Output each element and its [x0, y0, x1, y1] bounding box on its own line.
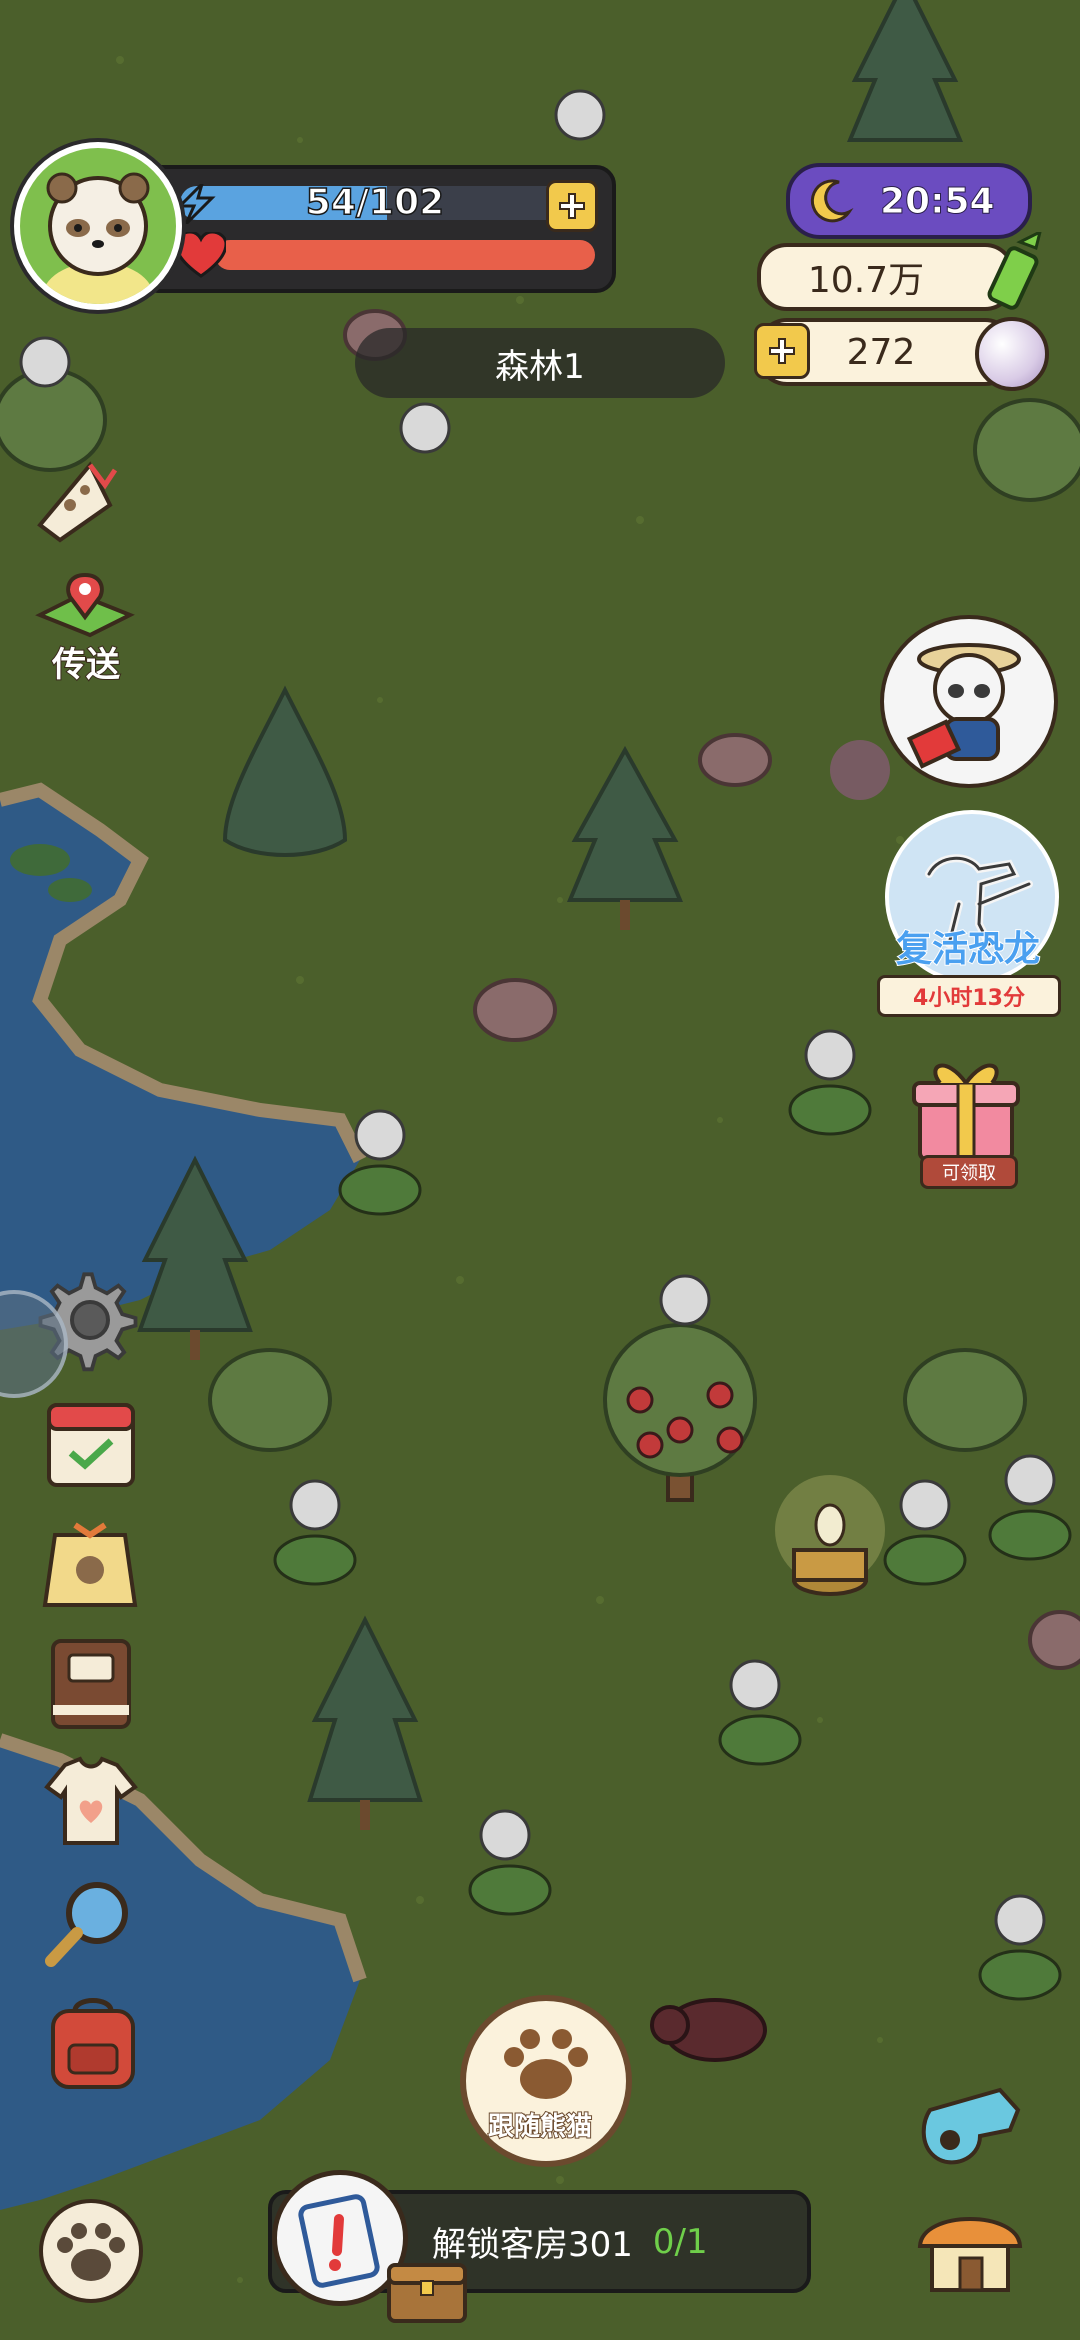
quest-progress: 0/1 — [652, 2221, 708, 2262]
plus-icon — [769, 338, 795, 364]
bamboo-counter: 10.7万 — [757, 243, 1015, 311]
gift-box-icon — [912, 1063, 1020, 1161]
calendar-icon — [47, 1403, 135, 1487]
location-banner: 森林1 — [355, 328, 725, 398]
revive-dinosaur-label: 复活恐龙 — [895, 928, 1041, 971]
paw-icon — [39, 2199, 143, 2303]
heart-icon — [174, 230, 228, 278]
tshirt-icon — [44, 1756, 138, 1845]
revive-dinosaur-timer: 4小时13分 — [877, 975, 1061, 1017]
treasure-chest-icon[interactable] — [385, 2255, 470, 2325]
recipe-book-button[interactable] — [35, 1625, 147, 1737]
house-icon — [917, 2217, 1023, 2292]
teleport-label: 传送 — [51, 644, 121, 686]
game-world: 54/102 20:54 10.7万 272 森林1 传送 复活恐龙 4小时13… — [0, 0, 1080, 2340]
whistle-button[interactable] — [910, 2070, 1030, 2180]
moon-icon — [800, 171, 860, 231]
add-pearls-button[interactable] — [754, 323, 810, 379]
pets-button[interactable] — [35, 2195, 147, 2307]
follow-panda-button[interactable]: 跟随熊猫 — [460, 1995, 632, 2167]
teleport-button[interactable]: 传送 — [30, 565, 142, 686]
gift-button[interactable]: 可领取 — [906, 1055, 1026, 1189]
bamboo-icon — [980, 229, 1050, 312]
map-pin-icon — [35, 572, 135, 638]
backpack-button[interactable] — [35, 1985, 147, 2097]
health-bar-fill — [215, 240, 595, 270]
bamboo-amount: 10.7万 — [807, 260, 925, 301]
pearl-amount: 272 — [846, 331, 916, 373]
paw-icon — [504, 2029, 588, 2099]
health-bar — [215, 240, 595, 270]
home-button[interactable] — [912, 2192, 1028, 2302]
panda-avatar-icon — [42, 172, 154, 304]
bag-button[interactable] — [35, 1505, 147, 1617]
follow-panda-label: 跟随熊猫 — [487, 2111, 593, 2143]
kite-icon — [37, 461, 118, 543]
backpack-icon — [51, 1998, 135, 2089]
book-icon — [51, 1639, 131, 1729]
daily-checkin-button[interactable] — [35, 1385, 147, 1497]
clock-time: 20:54 — [880, 180, 996, 222]
whistle-icon — [921, 2087, 1021, 2165]
pearl-icon — [975, 317, 1049, 391]
magnifier-icon — [45, 1882, 128, 1967]
plus-icon — [559, 193, 585, 219]
add-energy-button[interactable] — [546, 180, 598, 232]
tag-icon — [42, 1522, 138, 1607]
location-name: 森林1 — [495, 346, 585, 387]
search-button[interactable] — [35, 1865, 147, 1977]
explorer-npc-icon — [906, 643, 1021, 769]
energy-text: 54/102 — [305, 181, 445, 224]
npc-explorer-button[interactable] — [880, 615, 1058, 788]
kite-button[interactable] — [20, 445, 132, 557]
wardrobe-button[interactable] — [35, 1745, 147, 1857]
gift-claimable-badge: 可领取 — [920, 1155, 1018, 1189]
game-clock: 20:54 — [786, 163, 1032, 239]
player-avatar[interactable] — [14, 142, 182, 310]
